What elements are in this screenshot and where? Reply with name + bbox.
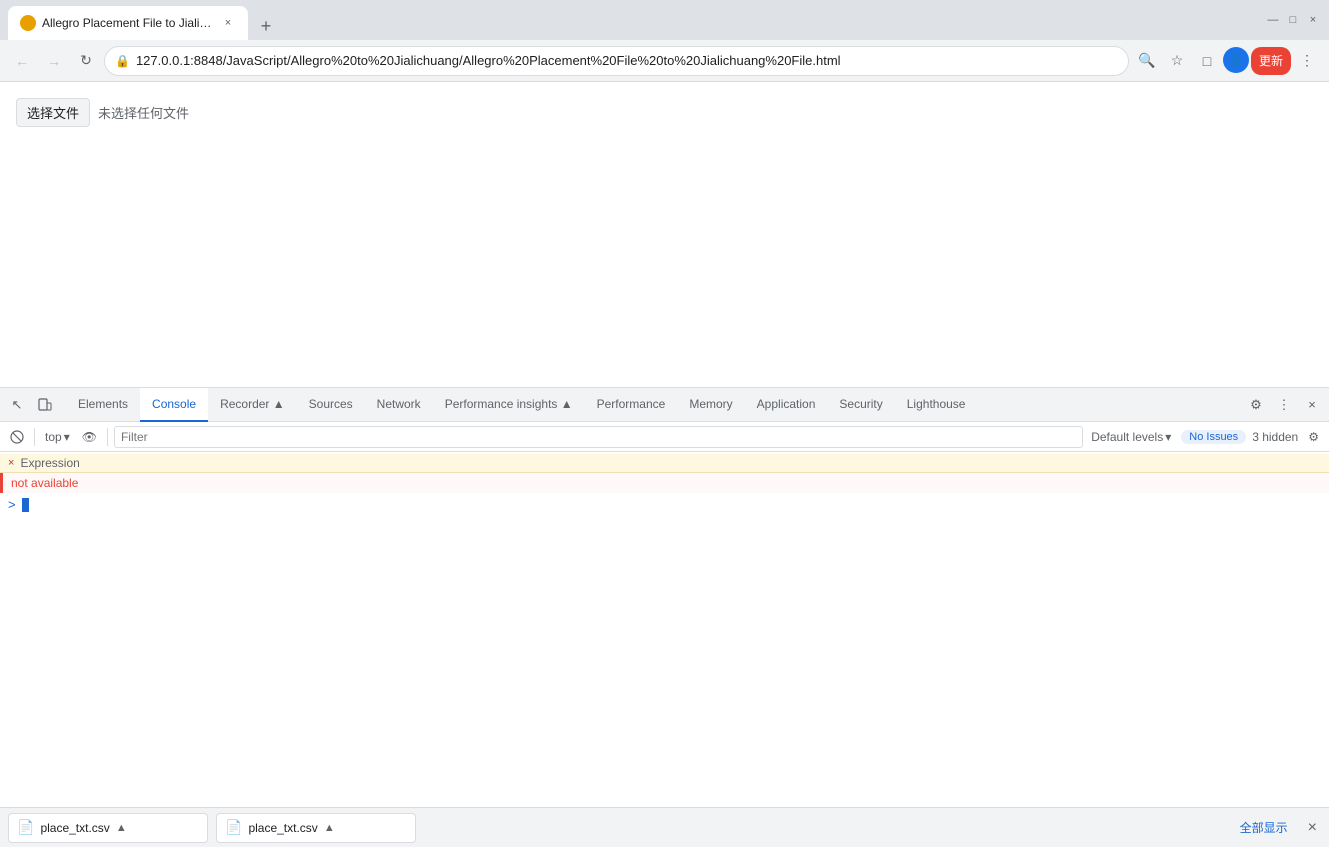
clear-console-button[interactable] [6, 426, 28, 448]
devtools-tab-sources[interactable]: Sources [297, 388, 365, 422]
file-input-area: 选择文件 未选择任何文件 [16, 98, 1313, 127]
devtools-tab-performance[interactable]: Performance [585, 388, 678, 422]
devtools-tabs-bar: ↖ ElementsConsoleRecorder ▲SourcesNetwor… [0, 388, 1329, 422]
console-right-tools: Default levels ▾ No Issues 3 hidden ⚙ [1087, 426, 1323, 448]
default-levels-button[interactable]: Default levels ▾ [1087, 426, 1175, 448]
browser-tab[interactable]: Allegro Placement File to Jialic... × [8, 6, 248, 40]
error-message: not available [11, 476, 78, 490]
device-toolbar-icon[interactable] [32, 392, 58, 418]
close-downloads-button[interactable]: × [1304, 815, 1321, 841]
chrome-menu-button[interactable]: ⋮ [1293, 47, 1321, 75]
extensions-button[interactable]: □ [1193, 47, 1221, 75]
filter-input[interactable] [121, 430, 1076, 444]
download-chevron-icon[interactable]: ▲ [116, 822, 127, 834]
new-tab-button[interactable]: + [252, 12, 280, 40]
window-controls: — □ × [1265, 12, 1321, 28]
console-error-row: not available [0, 473, 1329, 493]
devtools-tab-memory[interactable]: Memory [677, 388, 744, 422]
devtools-panel: ↖ ElementsConsoleRecorder ▲SourcesNetwor… [0, 387, 1329, 807]
download-item-0[interactable]: 📄 place_txt.csv ▲ [8, 813, 208, 843]
download-file-icon: 📄 [17, 819, 34, 836]
tab-bar: Allegro Placement File to Jialic... × + [8, 0, 1253, 40]
address-bar[interactable]: 🔒 127.0.0.1:8848/JavaScript/Allegro%20to… [104, 46, 1129, 76]
expression-label: Expression [20, 456, 79, 470]
profile-button[interactable]: 👤 [1223, 47, 1249, 73]
inspect-element-icon[interactable]: ↖ [4, 392, 30, 418]
devtools-tab-elements[interactable]: Elements [66, 388, 140, 422]
expression-row: × Expression [0, 454, 1329, 473]
devtools-more-icon[interactable]: ⋮ [1271, 392, 1297, 418]
show-all-downloads-button[interactable]: 全部显示 [1232, 815, 1296, 840]
devtools-tab-performance-insights[interactable]: Performance insights ▲ [433, 388, 585, 422]
devtools-left-icons: ↖ [4, 392, 58, 418]
context-selector[interactable]: top ▾ [41, 426, 74, 448]
devtools-right-icons: ⚙ ⋮ × [1243, 392, 1325, 418]
lock-icon: 🔒 [115, 54, 130, 68]
console-settings-icon[interactable]: ⚙ [1304, 426, 1323, 448]
console-divider-1 [34, 428, 35, 446]
console-divider-2 [107, 428, 108, 446]
url-text: 127.0.0.1:8848/JavaScript/Allegro%20to%2… [136, 53, 1118, 68]
download-item-1[interactable]: 📄 place_txt.csv ▲ [216, 813, 416, 843]
file-label: 未选择任何文件 [98, 103, 189, 122]
tab-title: Allegro Placement File to Jialic... [42, 16, 214, 30]
status-bar-right: 全部显示 × [1232, 815, 1321, 841]
filter-input-wrap [114, 426, 1083, 448]
page-content: 选择文件 未选择任何文件 [0, 82, 1329, 387]
console-input-row[interactable]: > [0, 493, 1329, 516]
devtools-tab-application[interactable]: Application [745, 388, 828, 422]
context-label: top [45, 430, 62, 444]
navigation-bar: ← → ↻ 🔒 127.0.0.1:8848/JavaScript/Allegr… [0, 40, 1329, 82]
tab-close-button[interactable]: × [220, 15, 236, 31]
choose-file-button[interactable]: 选择文件 [16, 98, 90, 127]
tab-favicon [20, 15, 36, 31]
download-file-icon: 📄 [225, 819, 242, 836]
levels-label: Default levels [1091, 430, 1163, 444]
devtools-tab-network[interactable]: Network [365, 388, 433, 422]
status-bar: 📄 place_txt.csv ▲ 📄 place_txt.csv ▲ 全部显示… [0, 807, 1329, 847]
nav-actions: 🔍 ☆ □ 👤 更新 ⋮ [1133, 47, 1321, 75]
console-content: × Expression not available > [0, 452, 1329, 807]
hidden-count: 3 hidden [1252, 430, 1298, 444]
levels-chevron-icon: ▾ [1165, 430, 1171, 444]
zoom-button[interactable]: 🔍 [1133, 47, 1161, 75]
close-devtools-button[interactable]: × [1299, 392, 1325, 418]
maximize-button[interactable]: □ [1285, 12, 1301, 28]
context-chevron-icon: ▾ [64, 430, 70, 444]
devtools-settings-icon[interactable]: ⚙ [1243, 392, 1269, 418]
bookmark-button[interactable]: ☆ [1163, 47, 1191, 75]
console-toolbar: top ▾ 👁 Default levels ▾ No Issues 3 hid… [0, 422, 1329, 452]
no-issues-badge: No Issues [1181, 430, 1246, 444]
refresh-button[interactable]: ↻ [72, 47, 100, 75]
console-prompt-icon: > [8, 497, 16, 512]
forward-button[interactable]: → [40, 47, 68, 75]
update-button[interactable]: 更新 [1251, 47, 1291, 75]
minimize-button[interactable]: — [1265, 12, 1281, 28]
eye-icon[interactable]: 👁 [78, 426, 101, 448]
devtools-tabs: ElementsConsoleRecorder ▲SourcesNetworkP… [66, 388, 1243, 422]
title-bar: Allegro Placement File to Jialic... × + … [0, 0, 1329, 40]
devtools-tab-console[interactable]: Console [140, 388, 208, 422]
download-filename: place_txt.csv [248, 821, 317, 835]
download-filename: place_txt.csv [40, 821, 109, 835]
devtools-tab-lighthouse[interactable]: Lighthouse [895, 388, 978, 422]
devtools-tab-recorder[interactable]: Recorder ▲ [208, 388, 297, 422]
download-chevron-icon[interactable]: ▲ [324, 822, 335, 834]
expression-clear-icon[interactable]: × [8, 457, 14, 469]
back-button[interactable]: ← [8, 47, 36, 75]
console-cursor [22, 498, 29, 512]
devtools-tab-security[interactable]: Security [827, 388, 894, 422]
close-window-button[interactable]: × [1305, 12, 1321, 28]
